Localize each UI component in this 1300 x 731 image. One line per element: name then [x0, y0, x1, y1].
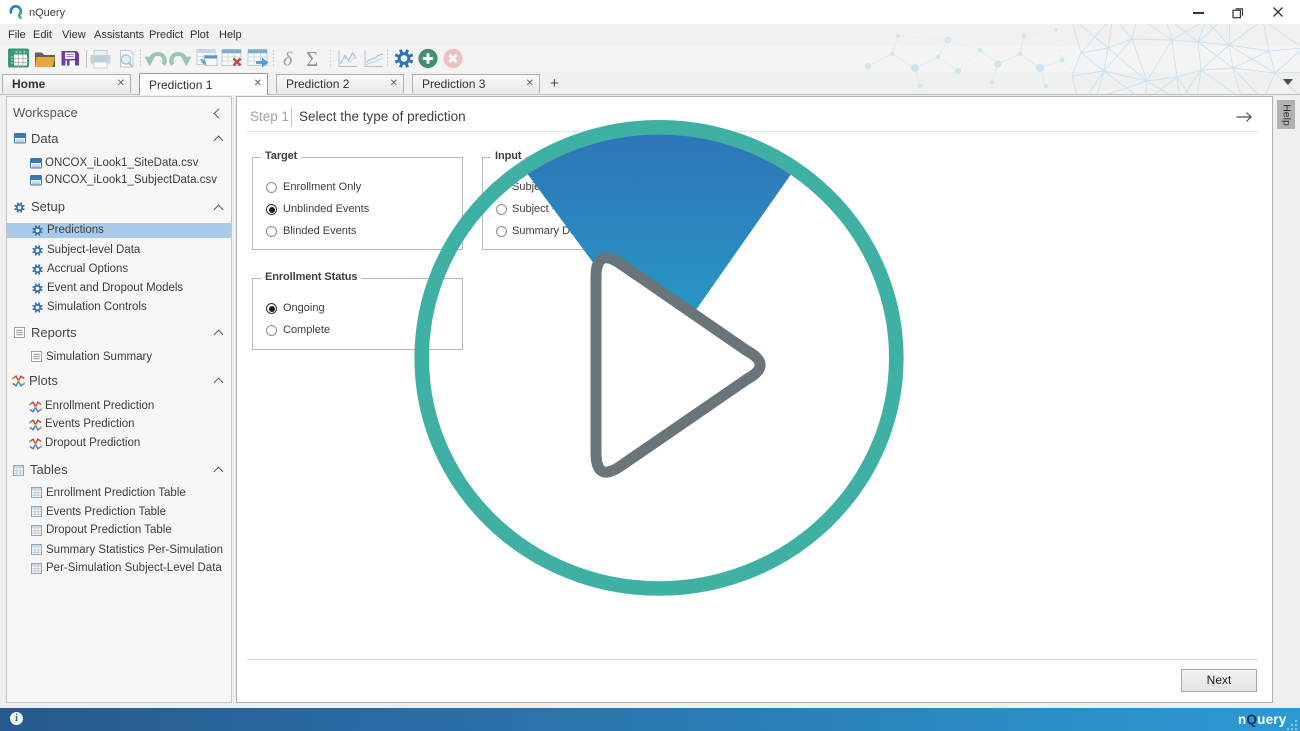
svg-text:Σ: Σ [306, 47, 318, 71]
svg-text:δ: δ [283, 49, 293, 71]
